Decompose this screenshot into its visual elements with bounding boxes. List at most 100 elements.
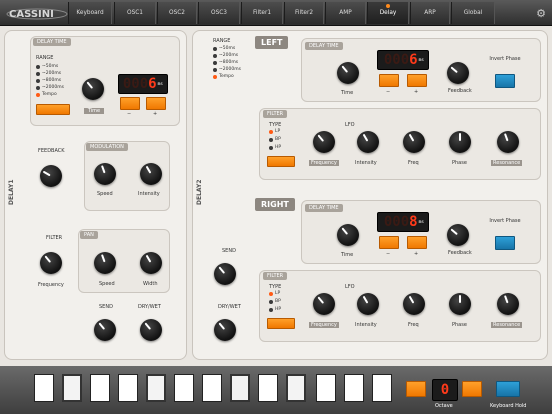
range-option-label: ~50ms	[219, 46, 236, 51]
range-option[interactable]: ~50ms	[36, 63, 64, 70]
channel-time-decrement-button[interactable]	[379, 74, 399, 87]
channel-feedback-knob[interactable]	[447, 224, 469, 246]
delay1-drywet-knob[interactable]	[140, 319, 162, 341]
channel-time-label: Time	[341, 90, 354, 96]
channel-time-increment-button[interactable]	[407, 236, 427, 249]
delay1-time-decrement-button[interactable]	[120, 97, 140, 110]
channel-intensity-knob[interactable]	[357, 293, 379, 315]
tab-osc3[interactable]: OSC3	[198, 2, 240, 24]
settings-gear-icon[interactable]: ⚙	[530, 0, 552, 26]
filter-type-option[interactable]: LP	[269, 290, 280, 297]
range-option[interactable]: ~2000ms	[213, 66, 241, 73]
keyboard-key[interactable]	[230, 374, 250, 402]
channel-invert-phase-label: Invert Phase	[489, 56, 521, 62]
octave-label: Octave	[435, 403, 453, 409]
delay2-range-label: RANGE	[213, 38, 231, 44]
channel-time-label: Time	[341, 252, 354, 258]
filter-type-option[interactable]: HP	[269, 306, 281, 313]
delay1-range-radio-group: ~50ms ~200ms ~800ms ~2000ms Tempo	[36, 63, 64, 98]
range-option[interactable]: ~800ms	[36, 77, 64, 84]
tab-filter1[interactable]: Filter1	[241, 2, 283, 24]
filter-type-option[interactable]: BP	[269, 298, 281, 305]
channel-time-decrement-button[interactable]	[379, 236, 399, 249]
channel-intensity-knob[interactable]	[357, 131, 379, 153]
delay1-pan-speed-knob[interactable]	[94, 252, 116, 274]
keyboard-key[interactable]	[258, 374, 278, 402]
channel-plus-label: +	[414, 251, 419, 257]
tab-osc1[interactable]: OSC1	[114, 2, 156, 24]
channel-phase-knob[interactable]	[449, 131, 471, 153]
octave-up-button[interactable]	[462, 381, 482, 397]
keyboard-key[interactable]	[372, 374, 392, 402]
channel-time-knob[interactable]	[337, 62, 359, 84]
keyboard-key[interactable]	[34, 374, 54, 402]
range-option[interactable]: Tempo	[36, 91, 64, 98]
octave-down-button[interactable]	[406, 381, 426, 397]
filter-type-option[interactable]: LP	[269, 128, 280, 135]
keyboard-key[interactable]	[146, 374, 166, 402]
delay1-mod-speed-knob[interactable]	[94, 163, 116, 185]
range-option[interactable]: ~800ms	[213, 59, 241, 66]
tab-global[interactable]: Global	[451, 2, 495, 24]
range-option[interactable]: ~200ms	[36, 70, 64, 77]
keyboard-hold-label: Keyboard Hold	[490, 403, 527, 409]
keyboard-key[interactable]	[286, 374, 306, 402]
delay1-feedback-knob[interactable]	[40, 165, 62, 187]
active-tab-indicator	[386, 4, 390, 8]
filter-type-label: BP	[275, 299, 281, 304]
tab-keyboard[interactable]: Keyboard	[68, 2, 112, 24]
cassini-logo: CASSINI	[6, 5, 68, 21]
range-option[interactable]: Tempo	[213, 73, 241, 80]
channel-freq-knob[interactable]	[403, 293, 425, 315]
tab-osc2[interactable]: OSC2	[157, 2, 197, 24]
keyboard-key[interactable]	[316, 374, 336, 402]
keyboard-key[interactable]	[174, 374, 194, 402]
delay2-side-title: DELAY2	[196, 179, 203, 206]
tab-arp[interactable]: ARP	[410, 2, 450, 24]
svg-text:CASSINI: CASSINI	[9, 9, 54, 20]
tab-label: OSC3	[211, 10, 227, 16]
keyboard-key[interactable]	[344, 374, 364, 402]
channel-freq-knob[interactable]	[403, 131, 425, 153]
range-option[interactable]: ~2000ms	[36, 84, 64, 91]
channel-feedback-knob[interactable]	[447, 62, 469, 84]
delay2-drywet-knob[interactable]	[214, 319, 236, 341]
range-option-label: ~2000ms	[42, 85, 64, 90]
tab-delay[interactable]: Delay	[367, 2, 409, 24]
channel-resonance-knob[interactable]	[497, 293, 519, 315]
channel-invert-phase-button[interactable]	[495, 236, 515, 250]
keyboard-key[interactable]	[90, 374, 110, 402]
range-option[interactable]: ~50ms	[213, 45, 241, 52]
keyboard-hold-button[interactable]	[496, 381, 520, 397]
keyboard-key[interactable]	[118, 374, 138, 402]
channel-filter-enable-button[interactable]	[267, 156, 295, 167]
channel-filter-enable-button[interactable]	[267, 318, 295, 329]
delay1-filter-frequency-knob[interactable]	[40, 252, 62, 274]
channel-time-increment-button[interactable]	[407, 74, 427, 87]
channel-phase-knob[interactable]	[449, 293, 471, 315]
filter-type-option[interactable]: HP	[269, 144, 281, 151]
delay1-mod-intensity-knob[interactable]	[140, 163, 162, 185]
delay2-send-knob[interactable]	[214, 263, 236, 285]
channel-time-knob[interactable]	[337, 224, 359, 246]
channel-invert-phase-button[interactable]	[495, 74, 515, 88]
delay1-time-increment-button[interactable]	[146, 97, 166, 110]
channel-phase-label: Phase	[452, 160, 467, 166]
channel-title: LEFT	[255, 36, 289, 49]
display-ghost-digits: 000	[383, 214, 410, 230]
delay1-pan-width-knob[interactable]	[140, 252, 162, 274]
filter-type-option[interactable]: BP	[269, 136, 281, 143]
channel-resonance-knob[interactable]	[497, 131, 519, 153]
delay1-time-knob[interactable]	[82, 78, 104, 100]
delay1-send-knob[interactable]	[94, 319, 116, 341]
channel-frequency-knob[interactable]	[313, 293, 335, 315]
range-option[interactable]: ~200ms	[213, 52, 241, 59]
tab-amp[interactable]: AMP	[325, 2, 366, 24]
delay1-tempo-sync-button[interactable]	[36, 104, 70, 115]
filter-type-label: LP	[275, 129, 281, 134]
channel-frequency-knob[interactable]	[313, 131, 335, 153]
keyboard-key[interactable]	[202, 374, 222, 402]
keyboard-key[interactable]	[62, 374, 82, 402]
channel-delay-time-header: DELAY TIME	[305, 204, 343, 212]
tab-filter2[interactable]: Filter2	[284, 2, 324, 24]
